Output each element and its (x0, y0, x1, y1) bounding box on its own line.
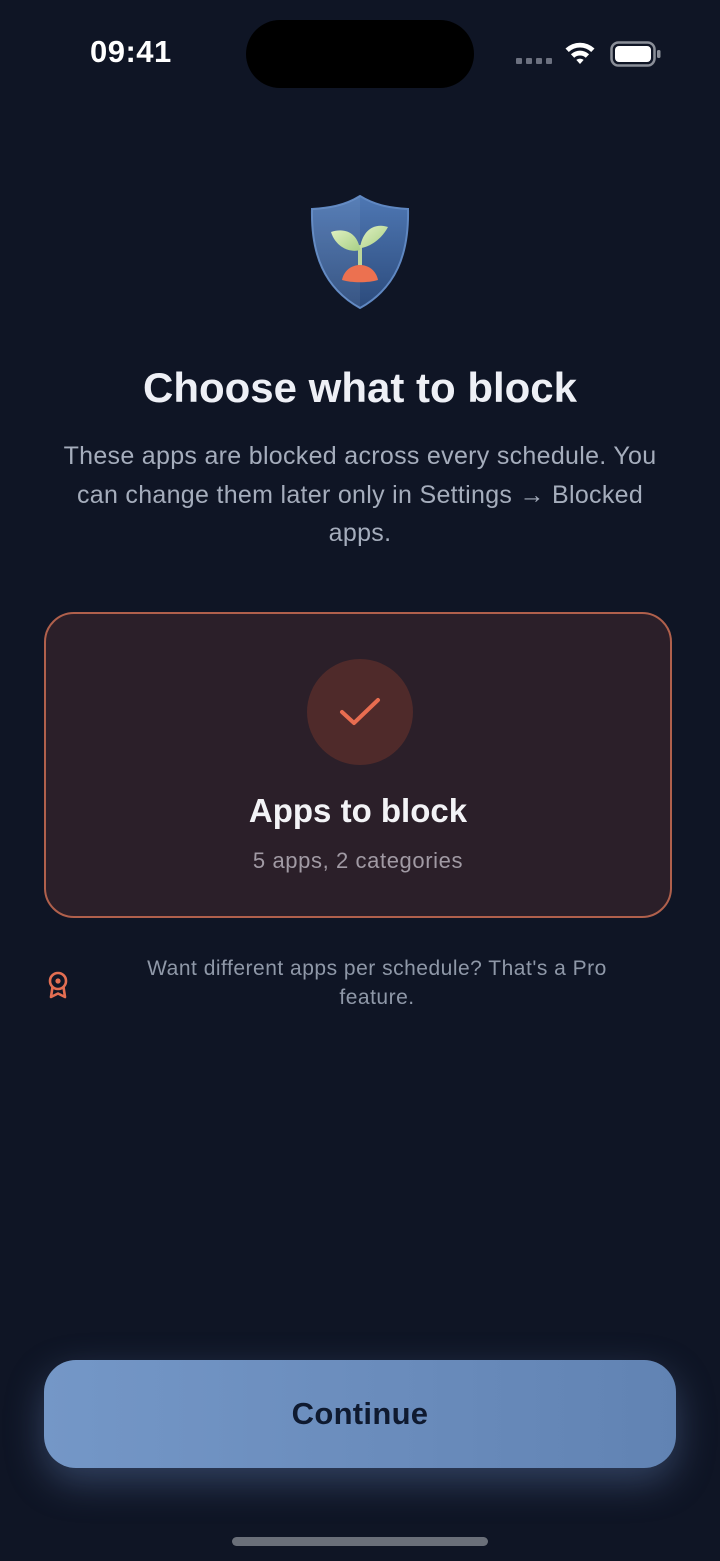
page-subtitle: These apps are blocked across every sche… (63, 442, 657, 547)
award-icon (48, 971, 68, 999)
dynamic-island (246, 20, 474, 88)
checkmark-icon (340, 698, 380, 725)
battery-icon (610, 41, 661, 67)
pro-feature-note: Want different apps per schedule? That's… (44, 954, 672, 1014)
status-time: 09:41 (90, 34, 172, 69)
status-bar: 09:41 (0, 0, 720, 110)
apps-to-block-card[interactable]: Apps to block 5 apps, 2 categories (44, 612, 672, 918)
shield-sprout-icon (310, 194, 410, 310)
card-title: Apps to block (248, 792, 468, 829)
continue-button[interactable]: Continue (44, 1360, 676, 1468)
page-title: Choose what to block (142, 364, 578, 411)
home-indicator[interactable] (232, 1537, 488, 1546)
selected-indicator (307, 659, 413, 765)
wifi-icon (565, 42, 595, 64)
cellular-signal-icon (516, 58, 552, 64)
pro-note-text: Want different apps per schedule? That's… (147, 957, 607, 1009)
card-summary: 5 apps, 2 categories (252, 848, 464, 873)
